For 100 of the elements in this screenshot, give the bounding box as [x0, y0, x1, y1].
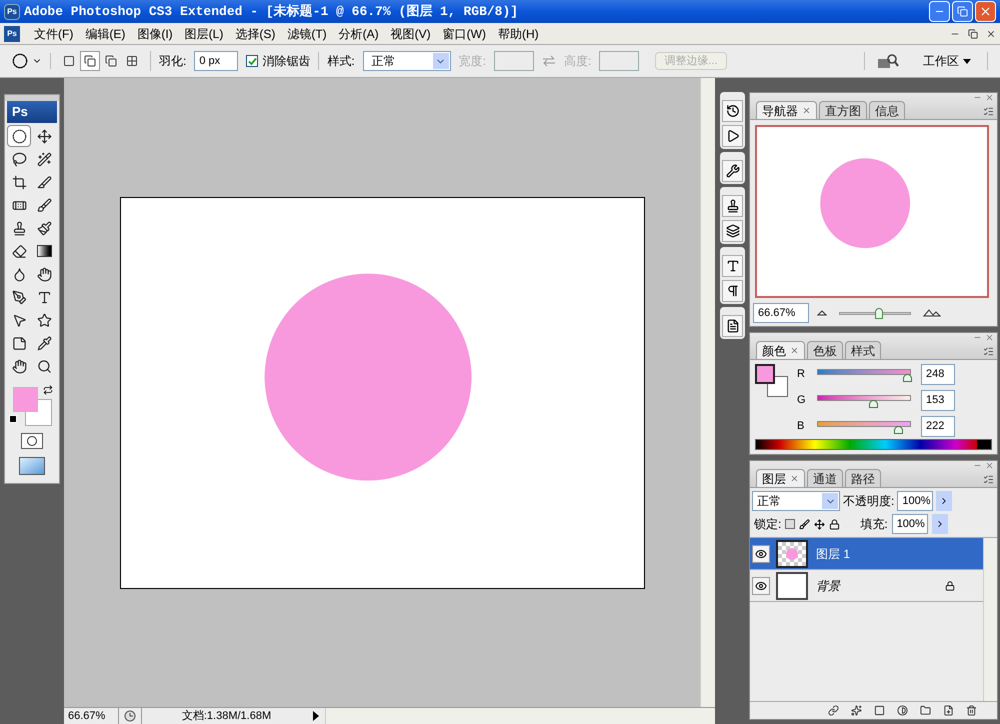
panel-dock-button[interactable] [722, 255, 743, 277]
zoom-field[interactable]: 66.67% [753, 303, 809, 323]
slider-thumb[interactable] [903, 374, 912, 382]
restore-icon[interactable] [968, 28, 978, 38]
menu-item[interactable]: 图层(L) [178, 24, 230, 42]
menu-item[interactable]: 选择(S) [229, 24, 282, 42]
visibility-toggle[interactable] [752, 576, 770, 594]
layer-row[interactable]: 背景 [750, 570, 983, 602]
slider-thumb[interactable] [869, 400, 878, 408]
menu-item[interactable]: 视图(V) [384, 24, 437, 42]
panel-dock-button[interactable] [722, 315, 743, 337]
menu-item[interactable]: 文件(F) [28, 24, 80, 42]
restore-button[interactable] [952, 1, 973, 22]
close-icon[interactable] [986, 28, 996, 38]
swap-colors-icon[interactable] [43, 385, 53, 395]
brush-icon[interactable] [799, 518, 810, 530]
status-menu-arrow-icon[interactable] [311, 711, 321, 721]
half-circle-icon[interactable] [897, 705, 908, 716]
default-colors-icon[interactable] [9, 415, 17, 423]
menu-item[interactable]: 编辑(E) [79, 24, 132, 42]
screen-mode-button[interactable] [19, 457, 45, 475]
selection-mode-button[interactable] [80, 51, 100, 71]
panel-dock-button[interactable] [722, 160, 743, 182]
fill-field[interactable]: 100% [892, 514, 928, 534]
feather-field[interactable]: 0 px [194, 51, 238, 71]
channel-label: R [797, 367, 806, 382]
layer-thumbnail [776, 540, 808, 568]
file-browser-icon[interactable] [877, 53, 899, 69]
workspace-button[interactable]: 工作区 [923, 52, 988, 70]
channel-label: G [797, 393, 807, 408]
zoom-level[interactable]: 66.67% [64, 708, 119, 724]
panel-tab[interactable]: 图层 [756, 469, 805, 487]
panel-tab[interactable]: 直方图 [819, 101, 867, 119]
caret-icon [963, 58, 971, 64]
folder-icon[interactable] [920, 705, 931, 716]
layers-scrollbar[interactable] [983, 538, 997, 701]
horizontal-scrollbar[interactable] [325, 708, 715, 724]
feather-label: 羽化: [159, 53, 186, 70]
menu-item[interactable]: 分析(A) [332, 24, 385, 42]
overlapping-squares-icon [84, 55, 96, 67]
zoom-in-mountain-icon[interactable] [923, 309, 941, 317]
panel-tab[interactable]: 路径 [845, 469, 881, 487]
slider-thumb[interactable] [894, 426, 904, 434]
channel-value-field[interactable]: 153 [921, 390, 955, 411]
panel-dock-button[interactable] [722, 195, 743, 217]
panel-tab[interactable]: 色板 [807, 341, 843, 359]
menu-item[interactable]: 窗口(W) [436, 24, 492, 42]
panel-dock-button[interactable] [722, 100, 743, 122]
opacity-field[interactable]: 100% [897, 491, 934, 511]
visibility-toggle[interactable] [752, 544, 770, 562]
menu-item[interactable]: 图像(I) [131, 24, 179, 42]
width-field[interactable] [494, 51, 534, 71]
crop-icon [12, 174, 26, 190]
panel-dock-button[interactable] [722, 280, 743, 302]
sparkle-icon[interactable] [851, 705, 862, 716]
panel-tab[interactable]: 颜色 [756, 341, 805, 359]
height-field[interactable] [599, 51, 640, 71]
foreground-color-swatch[interactable] [755, 364, 775, 384]
check-icon [248, 56, 257, 66]
document-icon [726, 319, 740, 333]
panel-menu-icon[interactable] [983, 346, 994, 357]
panel-dock-button[interactable] [722, 125, 743, 147]
panel-menu-icon[interactable] [983, 474, 994, 485]
eyedropper-icon [36, 336, 52, 350]
blend-mode-dropdown[interactable]: 正常 [752, 491, 840, 511]
lock-icon[interactable] [829, 518, 840, 530]
panel-tab[interactable]: 通道 [807, 469, 843, 487]
channel-value-field[interactable]: 248 [921, 364, 955, 385]
background-color-swatch[interactable] [25, 399, 52, 426]
link-icon[interactable] [828, 705, 839, 716]
style-dropdown[interactable]: 正常 [362, 51, 451, 71]
eye-icon [755, 548, 767, 560]
tool-button[interactable] [7, 125, 31, 147]
antialias-checkbox[interactable]: 消除锯齿 [246, 52, 320, 70]
lock-label: 锁定: [754, 516, 782, 533]
new-layer-icon[interactable] [943, 705, 954, 716]
close-icon [790, 346, 799, 355]
minimize-button[interactable] [929, 1, 950, 22]
menu-item[interactable]: 滤镜(T) [281, 24, 333, 42]
layer-row[interactable]: 图层 1 [750, 538, 983, 570]
tool-preset-picker[interactable] [12, 53, 51, 69]
slider-thumb[interactable] [874, 308, 882, 318]
trash-icon[interactable] [966, 705, 977, 716]
panel-tab[interactable]: 信息 [869, 101, 905, 119]
paragraph-icon [726, 284, 740, 298]
brush-icon [36, 198, 52, 212]
zoom-out-mountain-icon[interactable] [817, 310, 827, 316]
vertical-scrollbar[interactable] [700, 78, 715, 707]
panel-menu-icon[interactable] [983, 106, 994, 117]
move-arrows-icon[interactable] [814, 518, 826, 530]
menu-item[interactable]: 帮助(H) [492, 24, 545, 42]
panel-dock-button[interactable] [722, 220, 743, 242]
channel-value-field[interactable]: 222 [921, 416, 955, 437]
dashed-ellipse-icon [12, 128, 26, 144]
foreground-color-swatch[interactable] [13, 387, 38, 412]
color-spectrum-bar[interactable] [755, 439, 992, 450]
quick-mask-button[interactable] [21, 433, 43, 449]
panel-tab[interactable]: 样式 [845, 341, 881, 359]
close-button[interactable] [975, 1, 996, 22]
panel-tab[interactable]: 导航器 [756, 101, 817, 119]
